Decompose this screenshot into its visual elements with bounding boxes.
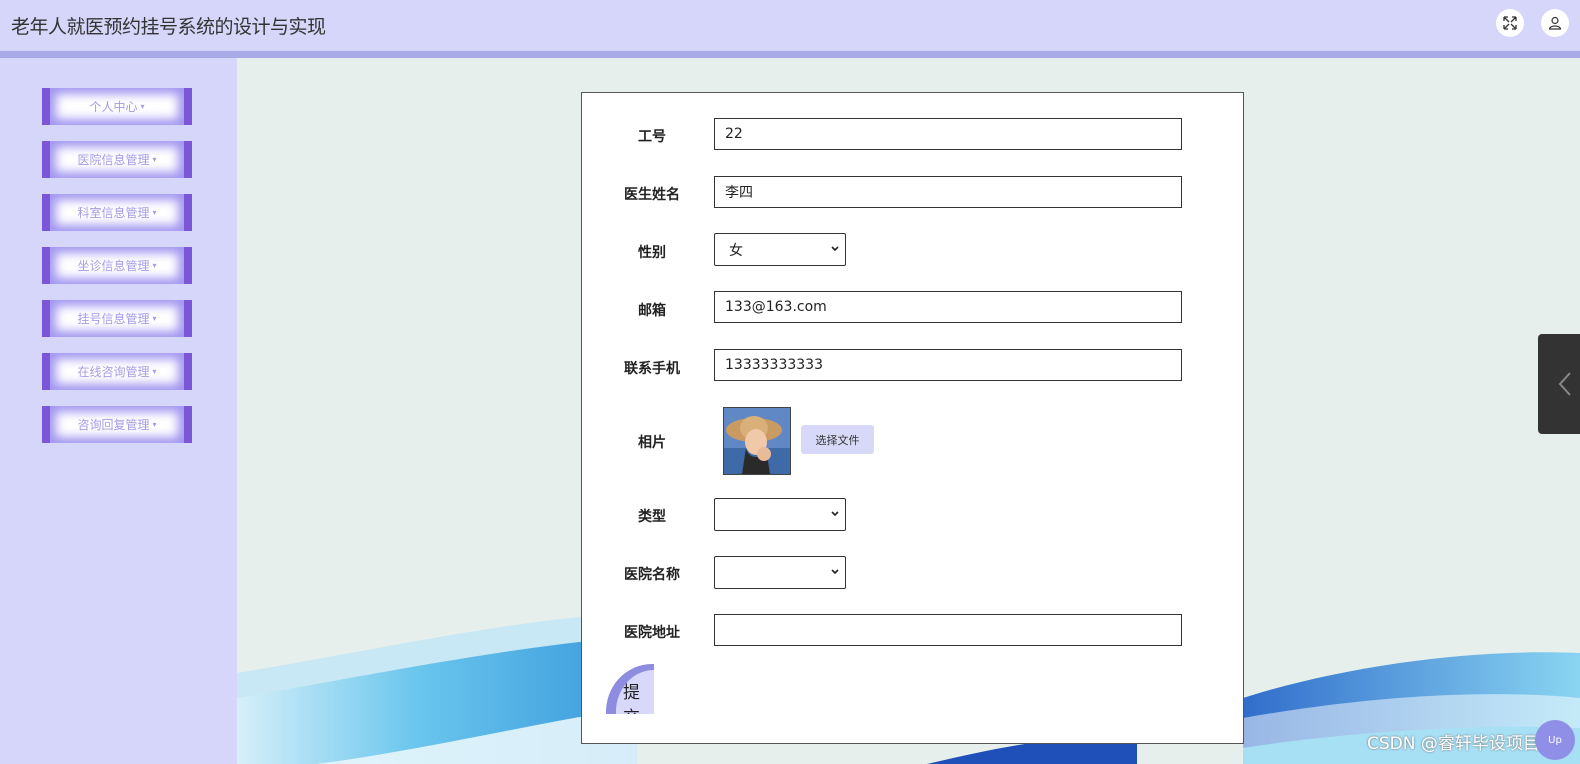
sidebar: 个人中心 ▾ 医院信息管理 ▾ 科室信息管理 ▾ 坐诊信息管理 ▾ 挂号信息管理 ▾ 在线… [0,58,237,764]
gender-select[interactable]: 女 [714,233,846,266]
sidebar-item-department-info[interactable]: 科室信息管理 ▾ [42,194,192,231]
hospital-name-select[interactable] [714,556,846,589]
sidebar-item-personal-center[interactable]: 个人中心 ▾ [42,88,192,125]
photo-thumbnail [723,407,791,475]
chevron-down-icon: ▾ [140,102,145,111]
phone-input[interactable] [714,349,1182,381]
chevron-down-icon: ▾ [152,155,157,164]
choose-file-button[interactable]: 选择文件 [801,425,874,454]
submit-button[interactable]: 提交 [606,664,654,714]
sidebar-item-clinic-info[interactable]: 坐诊信息管理 ▾ [42,247,192,284]
chevron-down-icon: ▾ [152,367,157,376]
chevron-down-icon: ▾ [152,261,157,270]
gender-label: 性别 [638,245,666,261]
fullscreen-icon[interactable] [1496,9,1524,37]
photo-label: 相片 [638,435,666,451]
sidebar-item-label: 挂号信息管理 [77,312,150,326]
sidebar-item-hospital-info[interactable]: 医院信息管理 ▾ [42,141,192,178]
email-label: 邮箱 [638,303,666,319]
sidebar-item-online-consult[interactable]: 在线咨询管理 ▾ [42,353,192,390]
type-label: 类型 [638,509,666,525]
help-bubble[interactable]: Up [1535,720,1575,760]
hospital-name-label: 医院名称 [624,567,680,583]
chevron-left-icon [1558,372,1571,396]
chevron-down-icon [831,511,839,517]
sidebar-item-label: 在线咨询管理 [77,365,150,379]
email-input[interactable] [714,291,1182,323]
user-icon[interactable] [1541,9,1569,37]
sidebar-item-label: 医院信息管理 [77,153,150,167]
gender-select-value: 女 [729,242,743,259]
top-header: 老年人就医预约挂号系统的设计与实现 [0,0,1580,58]
hospital-address-input[interactable] [714,614,1182,646]
sidebar-item-label: 科室信息管理 [77,206,150,220]
doctor-form: 工号 医生姓名 性别 女 邮箱 联系手机 相片 选择文件 类型 医院名称 医院地… [581,92,1244,744]
watermark: CSDN @睿轩毕设项目 [1367,734,1540,754]
job-no-label: 工号 [638,129,666,145]
submit-label: 提交 [623,683,640,714]
sidebar-item-label: 咨询回复管理 [77,418,150,432]
chevron-down-icon: ▾ [152,314,157,323]
doctor-name-label: 医生姓名 [624,187,680,203]
chevron-down-icon: ▾ [152,420,157,429]
hospital-address-label: 医院地址 [624,625,680,641]
sidebar-item-label: 坐诊信息管理 [77,259,150,273]
chevron-down-icon [831,569,839,575]
app-title: 老年人就医预约挂号系统的设计与实现 [11,16,326,38]
doctor-name-input[interactable] [714,176,1182,208]
phone-label: 联系手机 [624,361,680,377]
chevron-down-icon [831,246,839,252]
job-no-input[interactable] [714,118,1182,150]
side-drawer-toggle[interactable] [1538,334,1580,434]
sidebar-item-consult-reply[interactable]: 咨询回复管理 ▾ [42,406,192,443]
type-select[interactable] [714,498,846,531]
chevron-down-icon: ▾ [152,208,157,217]
sidebar-item-registration-info[interactable]: 挂号信息管理 ▾ [42,300,192,337]
sidebar-item-label: 个人中心 [89,100,138,114]
